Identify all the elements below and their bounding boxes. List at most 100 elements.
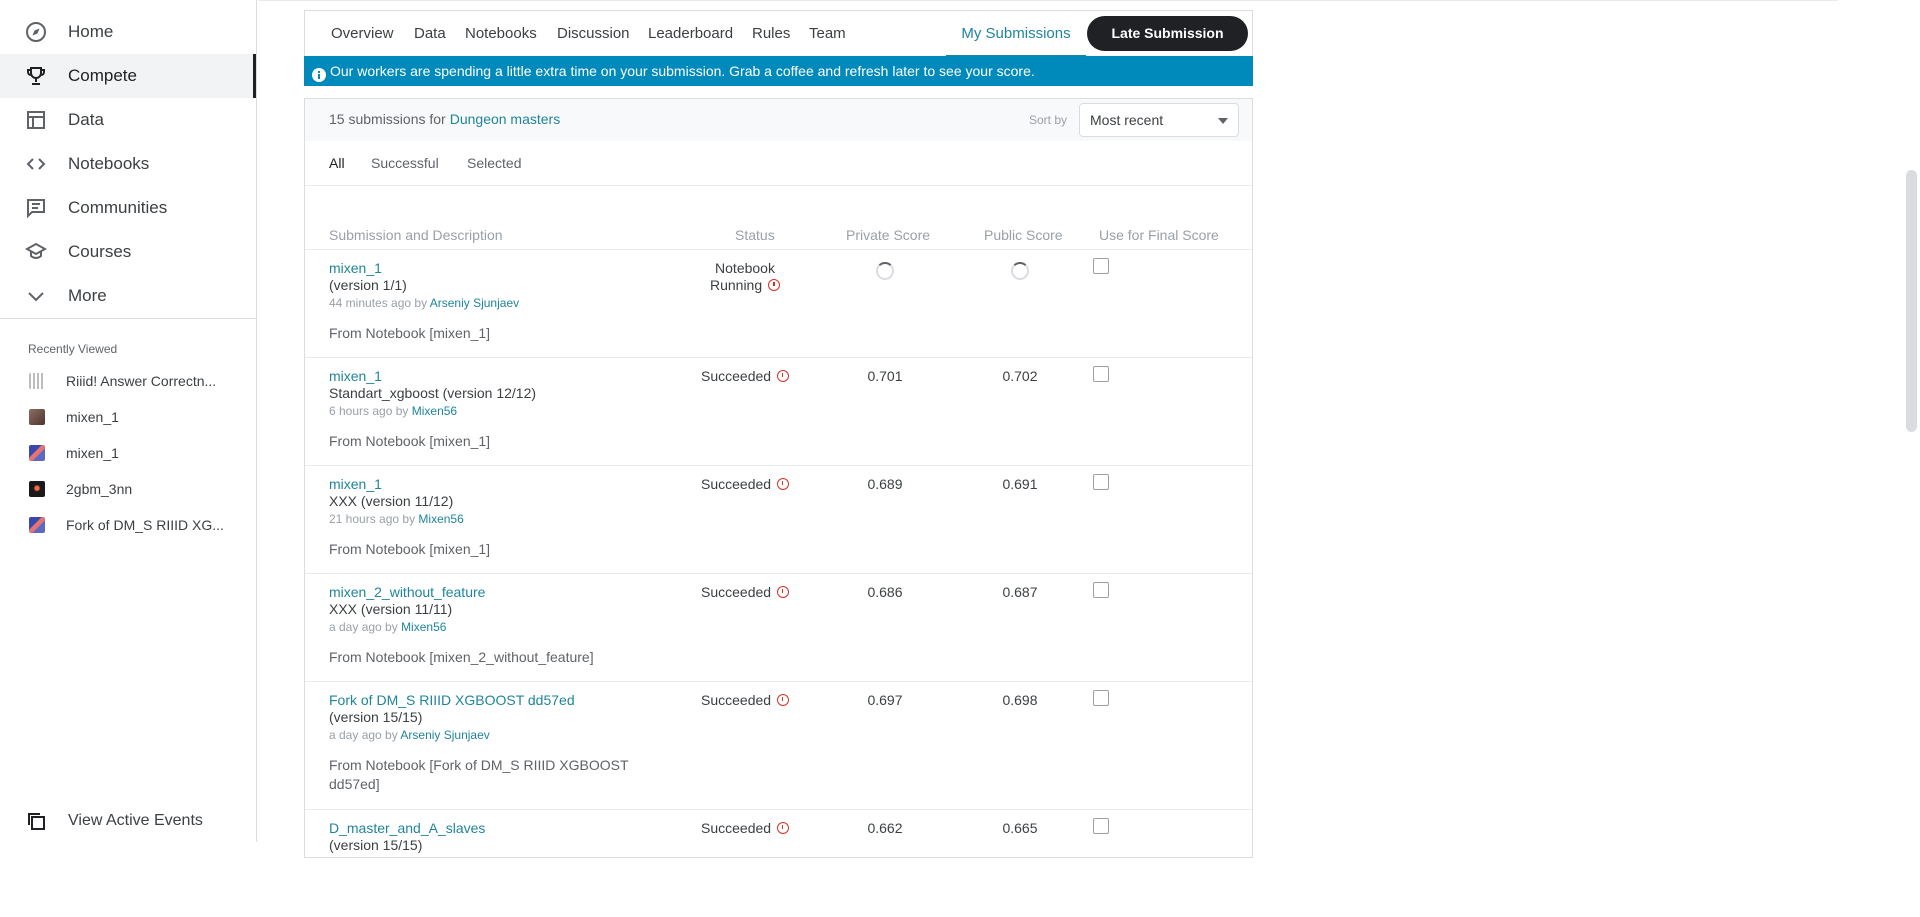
nav-notebooks[interactable]: Notebooks [0,142,256,186]
nav-label: Compete [68,66,137,85]
recent-item[interactable]: mixen_1 [0,400,256,434]
recent-item-label: 2gbm_3nn [66,481,133,497]
warning-icon[interactable] [768,279,781,291]
tab-my-submissions[interactable]: My Submissions [946,11,1086,57]
nav-label: Notebooks [68,154,150,173]
nav-courses[interactable]: Courses [0,230,256,274]
final-score-checkbox[interactable] [1093,366,1109,382]
submission-name[interactable]: Fork of DM_S RIIID XGBOOST dd57ed [329,692,575,708]
recent-item-label: Fork of DM_S RIIID XG... [66,517,224,533]
warning-icon[interactable] [776,478,789,490]
submission-source: From Notebook [Fork of DM_S RIIID XGBOOS… [329,757,629,792]
tab-overview[interactable]: Overview [331,11,394,57]
recent-item[interactable]: 2gbm_3nn [0,472,256,506]
submission-author[interactable]: Mixen56 [401,620,446,634]
submission-meta: a day ago by Arseniy Sjunjaev [329,728,490,742]
sort-value: Most recent [1090,112,1164,128]
warning-icon[interactable] [776,822,789,834]
submission-status: Succeeded [685,820,805,837]
final-score-checkbox[interactable] [1093,258,1109,274]
trophy-icon [25,65,47,87]
tab-notebooks[interactable]: Notebooks [465,11,537,57]
tab-team[interactable]: Team [809,11,846,57]
compass-icon [25,21,47,43]
submission-row: mixen_2_without_feature XXX (version 11/… [305,574,1252,682]
events-icon [25,810,47,832]
competition-link[interactable]: Dungeon masters [450,111,561,127]
nav-communities[interactable]: Communities [0,186,256,230]
submission-version: (version 1/1) [329,277,407,293]
submission-author[interactable]: Mixen56 [412,404,457,418]
public-score: 0.687 [1002,584,1038,600]
comment-icon [25,197,47,219]
recent-item[interactable]: Riiid! Answer Correctn... [0,364,256,398]
sidebar: Home Compete Data Notebooks Communities … [0,0,257,842]
tab-rules[interactable]: Rules [752,11,790,57]
submission-name[interactable]: D_master_and_A_slaves [329,820,485,836]
private-score: 0.701 [867,368,903,384]
warning-icon[interactable] [776,694,789,706]
nav-label: Home [68,22,114,41]
view-events-label: View Active Events [68,812,203,829]
status-line: Succeeded [701,692,772,708]
column-header-public-score: Public Score [984,227,1063,243]
tab-leaderboard[interactable]: Leaderboard [648,11,733,57]
nav-home[interactable]: Home [0,10,256,54]
submission-source: From Notebook [mixen_1] [329,541,491,557]
recent-item[interactable]: mixen_1 [0,436,256,470]
final-score-checkbox[interactable] [1093,582,1109,598]
submission-version: (version 15/15) [329,837,423,853]
submission-status: Succeeded [685,476,805,493]
riiid-logo-icon [29,373,45,389]
scrollbar-thumb[interactable] [1906,170,1917,432]
recent-item[interactable]: Fork of DM_S RIIID XG... [0,508,256,542]
warning-icon[interactable] [776,586,789,598]
submission-author[interactable]: Arseniy Sjunjaev [400,728,489,742]
nav-more[interactable]: More [0,274,256,318]
status-line: Running [709,277,763,293]
status-line: Notebook [715,260,775,276]
banner-text: Our workers are spending a little extra … [330,63,1035,79]
warning-icon[interactable] [776,370,789,382]
submission-time: a day ago by [329,620,398,634]
view-active-events[interactable]: View Active Events [0,800,256,842]
submission-row: mixen_1 Standart_xgboost (version 12/12)… [305,358,1252,466]
submission-name[interactable]: mixen_1 [329,476,382,492]
submission-name[interactable]: mixen_2_without_feature [329,584,485,600]
submission-count: 15 submissions for Dungeon masters [329,111,560,127]
recent-item-label: Riiid! Answer Correctn... [66,373,217,389]
filter-successful[interactable]: Successful [371,155,439,171]
school-icon [25,241,47,263]
nav-label: Courses [68,242,132,261]
nav-data[interactable]: Data [0,98,256,142]
submission-author[interactable]: Mixen56 [418,512,463,526]
submission-name[interactable]: mixen_1 [329,368,382,384]
final-score-checkbox[interactable] [1093,690,1109,706]
submission-name[interactable]: mixen_1 [329,260,382,276]
sort-select[interactable]: Most recent [1079,103,1239,137]
status-line: Succeeded [701,820,772,836]
info-banner: Our workers are spending a little extra … [304,56,1253,86]
final-score-checkbox[interactable] [1093,818,1109,834]
nav-label: Communities [68,198,168,217]
loading-spinner-icon [1011,262,1029,280]
loading-spinner-icon [876,262,894,280]
tab-data[interactable]: Data [414,11,446,57]
recent-item-label: mixen_1 [66,409,119,425]
filter-all[interactable]: All [329,155,345,171]
submission-time: a day ago by [329,728,398,742]
table-icon [25,109,47,131]
recently-viewed-title: Recently Viewed [28,342,118,356]
late-submission-button[interactable]: Late Submission [1087,16,1248,51]
nav-compete[interactable]: Compete [0,54,256,98]
top-divider [258,0,1838,1]
submission-status: Succeeded [685,368,805,385]
submission-author[interactable]: Arseniy Sjunjaev [430,296,519,310]
tab-discussion[interactable]: Discussion [557,11,630,57]
final-score-checkbox[interactable] [1093,474,1109,490]
status-line: Succeeded [701,476,772,492]
column-header-status: Status [735,227,775,243]
filter-selected[interactable]: Selected [467,155,521,171]
status-line: Succeeded [701,584,772,600]
submission-version: XXX (version 11/11) [329,601,453,617]
